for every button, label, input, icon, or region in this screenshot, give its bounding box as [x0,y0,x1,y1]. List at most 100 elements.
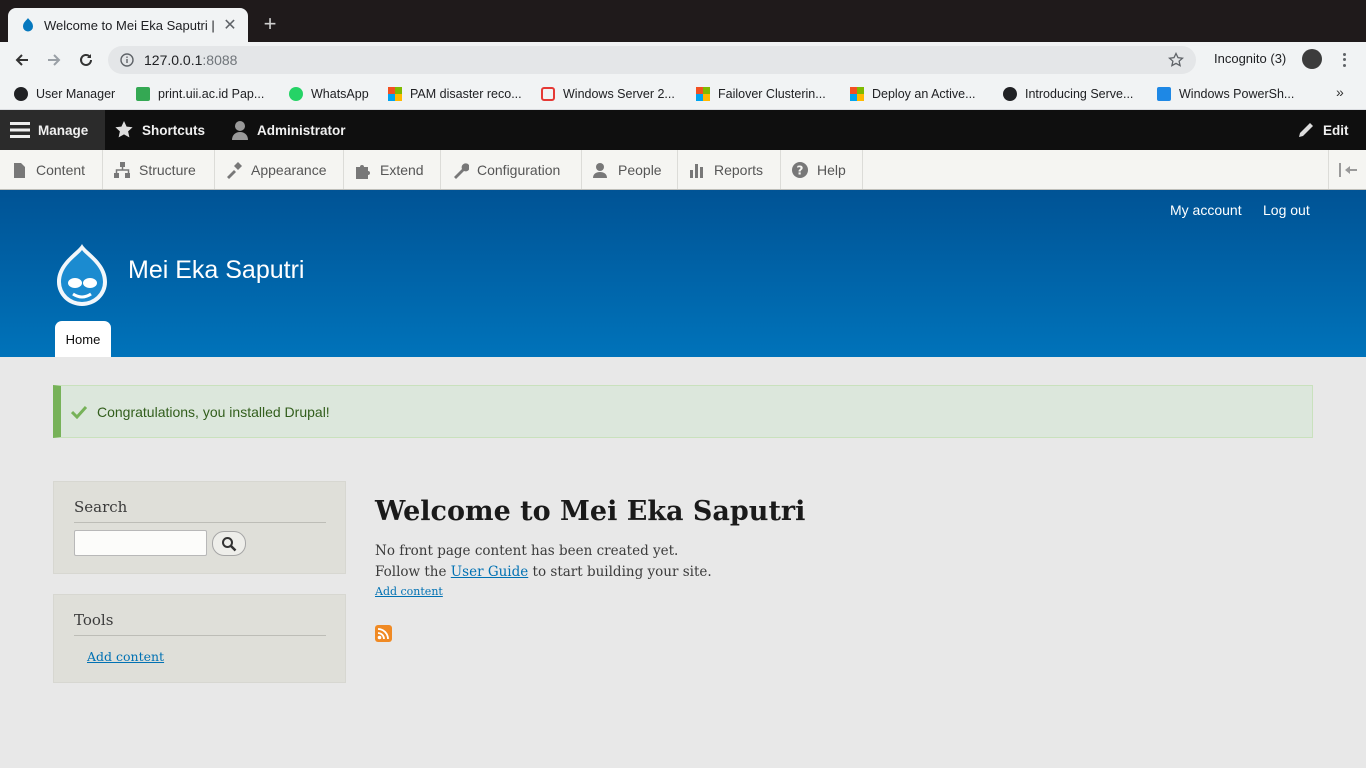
browser-tabstrip: Welcome to Mei Eka Saputri | M ✕ + [0,0,1366,42]
forward-icon[interactable] [42,48,66,72]
bookmark-star-icon[interactable] [1168,52,1184,68]
admin-menu-help[interactable]: ? Help [781,150,863,189]
admin-menu-people[interactable]: People [582,150,678,189]
drupal-logo-icon[interactable] [53,242,111,306]
back-icon[interactable] [10,48,34,72]
status-message-text: Congratulations, you installed Drupal! [97,403,330,420]
search-input[interactable] [74,530,207,556]
star-icon [114,120,134,140]
admin-menu-configuration[interactable]: Configuration [441,150,582,189]
bookmark-item[interactable]: User Manager [14,84,115,104]
reload-icon[interactable] [74,48,98,72]
hamburger-icon [10,121,30,139]
admin-menu-reports[interactable]: Reports [678,150,781,189]
help-icon: ? [791,161,809,179]
globe-icon [1003,87,1017,101]
edit-toggle[interactable]: Edit [1297,110,1349,150]
site-name[interactable]: Mei Eka Saputri [128,256,304,285]
bookmark-item[interactable]: Introducing Serve... [1003,84,1133,104]
home-tab[interactable]: Home [55,321,111,357]
people-icon [592,161,610,179]
browser-tab[interactable]: Welcome to Mei Eka Saputri | M ✕ [8,8,248,42]
incognito-icon[interactable] [1302,49,1322,69]
admin-menu-label: Reports [714,161,764,178]
url-text[interactable]: 127.0.0.1:8088 [144,52,1168,68]
pencil-icon [1297,121,1315,139]
bookmark-label: print.uii.ac.id Pap... [158,87,265,101]
bookmark-label: Windows Server 2... [563,87,675,101]
bookmarks-overflow-icon[interactable]: » [1336,84,1344,100]
admin-menu-appearance[interactable]: Appearance [215,150,344,189]
bookmark-item[interactable]: Windows PowerSh... [1157,84,1294,104]
tray-orientation-toggle-icon[interactable] [1328,150,1366,189]
admin-menu-label: Content [36,161,86,178]
admin-menu-label: Help [817,161,846,178]
manage-toggle[interactable]: Manage [0,110,105,150]
appearance-icon [225,161,243,179]
info-icon[interactable] [120,53,134,67]
microsoft-icon [388,87,402,101]
shortcuts-toggle[interactable]: Shortcuts [114,110,205,150]
log-out-link[interactable]: Log out [1263,202,1310,218]
admin-menu-label: Extend [380,161,424,178]
shortcuts-label: Shortcuts [142,122,206,138]
my-account-link[interactable]: My account [1170,202,1242,218]
user-guide-text: Follow the User Guide to start building … [375,564,712,580]
rss-feed-icon[interactable] [375,625,392,642]
bookmark-label: PAM disaster reco... [410,87,522,101]
search-icon [222,536,237,551]
bookmark-item[interactable]: Windows Server 2... [541,84,675,104]
bookmark-item[interactable]: print.uii.ac.id Pap... [136,84,264,104]
page-title: Welcome to Mei Eka Saputri [375,496,806,527]
checkmark-icon [71,405,87,419]
address-bar[interactable]: 127.0.0.1:8088 [108,46,1196,74]
admin-menu-label: Structure [139,161,196,178]
bookmark-label: Deploy an Active... [872,87,976,101]
site-header: My account Log out Mei Eka Saputri Home [0,190,1366,357]
tools-add-content-link[interactable]: Add content [87,649,164,664]
admin-menu-label: Appearance [251,161,327,178]
svg-text:?: ? [797,163,804,177]
add-content-link[interactable]: Add content [375,585,443,598]
status-message: Congratulations, you installed Drupal! [53,385,1313,438]
browser-toolbar: 127.0.0.1:8088 Incognito (3) [0,42,1366,78]
itpro-icon [1157,87,1171,101]
bookmark-label: Failover Clusterin... [718,87,826,101]
structure-icon [113,161,131,179]
user-toggle[interactable]: Administrator [231,110,346,150]
bookmark-label: Windows PowerSh... [1179,87,1295,101]
admin-menu-extend[interactable]: Extend [344,150,441,189]
search-button[interactable] [212,531,246,556]
tools-block-title: Tools [74,611,326,636]
user-guide-link[interactable]: User Guide [451,564,528,580]
tools-block: Tools Add content [53,594,346,683]
search-block-title: Search [74,498,326,523]
edit-label: Edit [1323,122,1349,138]
reports-icon [688,161,706,179]
no-content-text: No front page content has been created y… [375,543,679,559]
admin-menu-content[interactable]: Content [0,150,103,189]
extend-icon [354,161,372,179]
microsoft-icon [696,87,710,101]
tab-close-icon[interactable]: ✕ [222,15,238,35]
bookmark-item[interactable]: Failover Clusterin... [696,84,826,104]
user-label: Administrator [257,122,346,138]
new-tab-icon[interactable]: + [260,12,280,36]
drupal-favicon-icon [23,18,33,32]
ig-icon [541,87,555,101]
browser-menu-icon[interactable] [1336,50,1352,70]
content-icon [10,161,28,179]
bookmark-item[interactable]: WhatsApp [289,84,369,104]
printer-icon [136,87,150,101]
bookmark-label: User Manager [36,87,116,101]
admin-menu-structure[interactable]: Structure [103,150,215,189]
bookmark-label: WhatsApp [311,87,369,101]
manage-label: Manage [38,122,89,138]
bookmark-item[interactable]: Deploy an Active... [850,84,976,104]
bookmarks-bar: User Manager print.uii.ac.id Pap... WhatsA… [0,78,1366,110]
globe-icon [14,87,28,101]
microsoft-icon [850,87,864,101]
configuration-icon [451,161,469,179]
bookmark-item[interactable]: PAM disaster reco... [388,84,522,104]
profile-label[interactable]: Incognito (3) [1214,51,1286,66]
